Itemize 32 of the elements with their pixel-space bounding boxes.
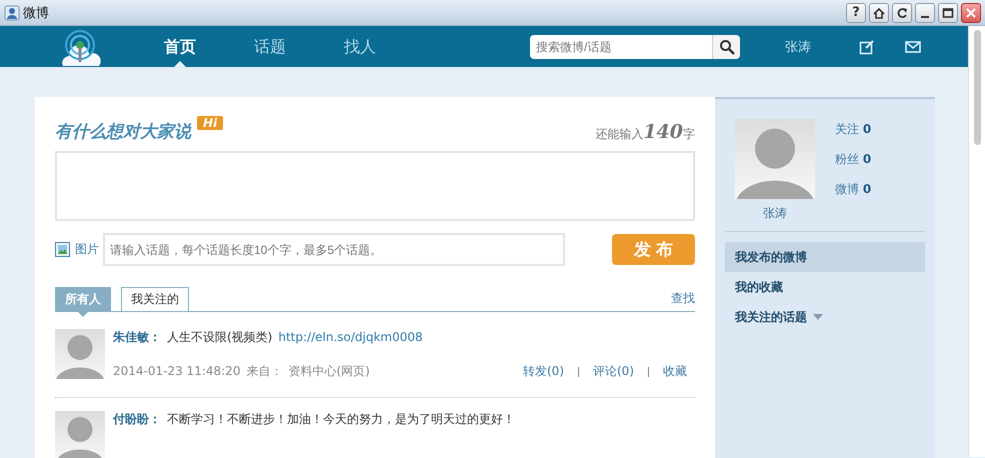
user-link[interactable]: 张涛 xyxy=(785,38,811,56)
sidebar-item[interactable]: 我关注的话题 xyxy=(725,302,925,332)
help-button[interactable]: ? xyxy=(846,2,866,22)
nav-tab[interactable]: 话题 xyxy=(225,26,315,67)
post-source: 资料中心(网页) xyxy=(288,363,370,380)
feed-tab[interactable]: 我关注的 xyxy=(121,287,189,311)
topic-field[interactable]: 请输入话题，每个话题长度10个字，最多5个话题。 xyxy=(103,233,565,266)
author-link[interactable]: 朱佳敏： xyxy=(113,329,161,346)
sidebar-item[interactable]: 我的收藏 xyxy=(725,272,925,302)
nav-tab[interactable]: 首页 xyxy=(135,26,225,67)
author-link[interactable]: 付盼盼： xyxy=(113,411,161,428)
post-text: 人生不设限(视频类) xyxy=(167,329,272,346)
post-action-link[interactable]: 收藏 xyxy=(663,363,687,380)
post-link[interactable]: http://eln.so/djqkm0008 xyxy=(278,330,423,344)
picture-link[interactable]: 图片 xyxy=(55,241,99,258)
post-text: 不断学习！不断进步！加油！今天的努力，是为了明天过的更好！ xyxy=(167,411,515,428)
post-time: 2014-01-23 11:48:20 xyxy=(113,364,240,378)
source-label: 来自： xyxy=(246,363,282,380)
post-action-link[interactable]: 转发(0) xyxy=(523,363,564,380)
find-link[interactable]: 查找 xyxy=(671,290,695,307)
stat-link[interactable]: 关注 0 xyxy=(835,121,872,138)
sidebar-item[interactable]: 我发布的微博 xyxy=(725,242,925,272)
compose-title: 有什么想对大家说 xyxy=(55,121,191,143)
profile-name[interactable]: 张涛 xyxy=(763,205,787,222)
window-title: 微博 xyxy=(23,4,50,22)
nav-tab[interactable]: 找人 xyxy=(315,26,405,67)
stat-link[interactable]: 微博 0 xyxy=(835,181,872,198)
stat-link[interactable]: 粉丝 0 xyxy=(835,151,872,168)
hi-badge: Hi xyxy=(197,116,224,130)
character-counter: 还能输入140字 xyxy=(595,121,695,143)
post-action-link[interactable]: 评论(0) xyxy=(593,363,634,380)
search-field[interactable]: 搜索微博/话题 xyxy=(530,34,712,58)
